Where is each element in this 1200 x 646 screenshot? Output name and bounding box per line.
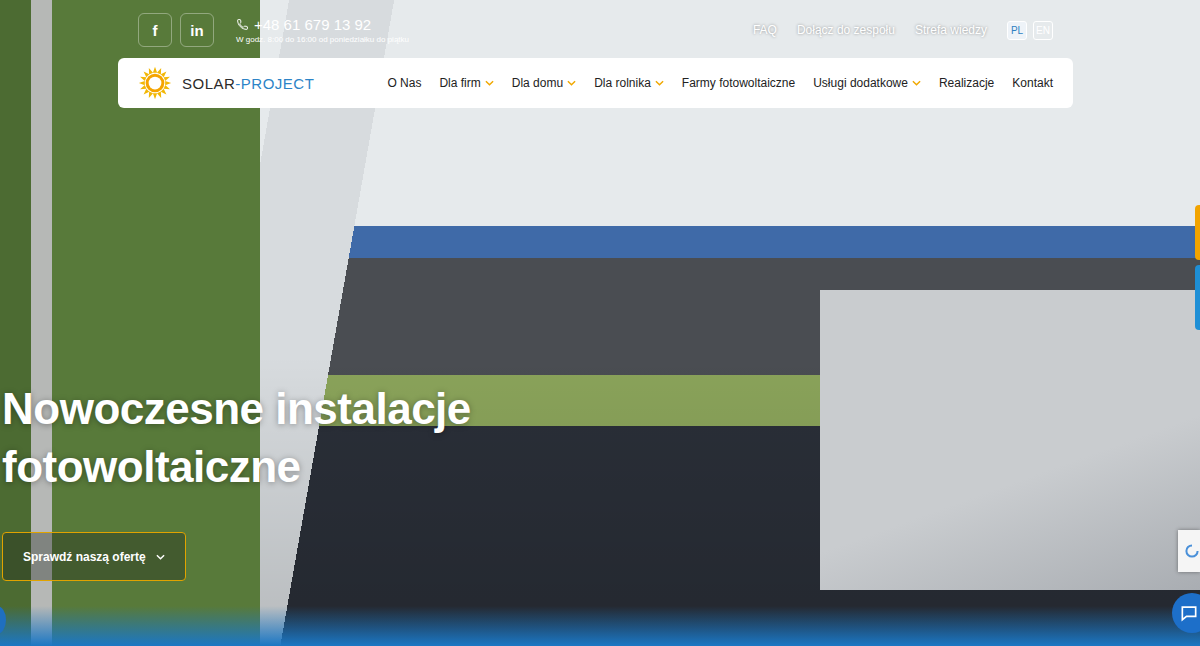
recaptcha-badge[interactable]	[1178, 530, 1200, 572]
sun-logo-icon	[138, 66, 172, 100]
bottom-fade	[0, 606, 1200, 646]
logo[interactable]: SOLAR-PROJECT	[138, 66, 314, 100]
nav-item[interactable]: Realizacje	[939, 76, 994, 90]
nav-item[interactable]: Dla domu	[512, 76, 576, 90]
opening-hours: W godz. 8:00 do 16:00 od poniedziałku do…	[236, 35, 409, 44]
chevron-down-icon	[156, 554, 165, 560]
language-button[interactable]: PL	[1007, 21, 1027, 40]
phone-number[interactable]: +48 61 679 13 92	[254, 16, 371, 33]
chevron-down-icon	[655, 80, 664, 86]
linkedin-icon[interactable]: in	[180, 13, 214, 47]
top-bar: fin +48 61 679 13 92 W godz. 8:00 do 16:00…	[0, 0, 1200, 48]
language-switch: PL EN	[1007, 21, 1053, 40]
top-link[interactable]: FAQ	[753, 23, 777, 37]
chat-icon	[1179, 603, 1199, 623]
side-tab[interactable]	[1195, 205, 1200, 260]
side-tab[interactable]	[1195, 265, 1200, 330]
nav-item[interactable]: Kontakt	[1012, 76, 1053, 90]
facebook-icon[interactable]: f	[138, 13, 172, 47]
page: fin +48 61 679 13 92 W godz. 8:00 do 16:00…	[0, 0, 1200, 646]
nav-item[interactable]: Usługi dodatkowe	[813, 76, 921, 90]
chevron-down-icon	[567, 80, 576, 86]
nav-item[interactable]: Dla firm	[439, 76, 493, 90]
contact-info: +48 61 679 13 92 W godz. 8:00 do 16:00 od…	[236, 16, 409, 44]
phone-icon	[236, 18, 249, 31]
hero: Nowoczesne instalacjefotowoltaiczne Spraw…	[0, 108, 1200, 581]
nav-item[interactable]: O Nas	[387, 76, 421, 90]
nav-item[interactable]: Farmy fotowoltaiczne	[682, 76, 795, 90]
language-button[interactable]: EN	[1033, 21, 1053, 40]
nav-item[interactable]: Dla rolnika	[594, 76, 664, 90]
hero-heading: Nowoczesne instalacjefotowoltaiczne	[2, 380, 1200, 496]
chevron-down-icon	[485, 80, 494, 86]
top-link[interactable]: Dołącz do zespołu	[797, 23, 895, 37]
chevron-down-icon	[912, 80, 921, 86]
main-nav: SOLAR-PROJECT O Nas Dla firm Dla domu Dla ro…	[118, 58, 1073, 108]
offer-button[interactable]: Sprawdź naszą ofertę	[2, 532, 186, 581]
top-link[interactable]: Strefa wiedzy	[915, 23, 987, 37]
recaptcha-icon	[1184, 543, 1200, 559]
